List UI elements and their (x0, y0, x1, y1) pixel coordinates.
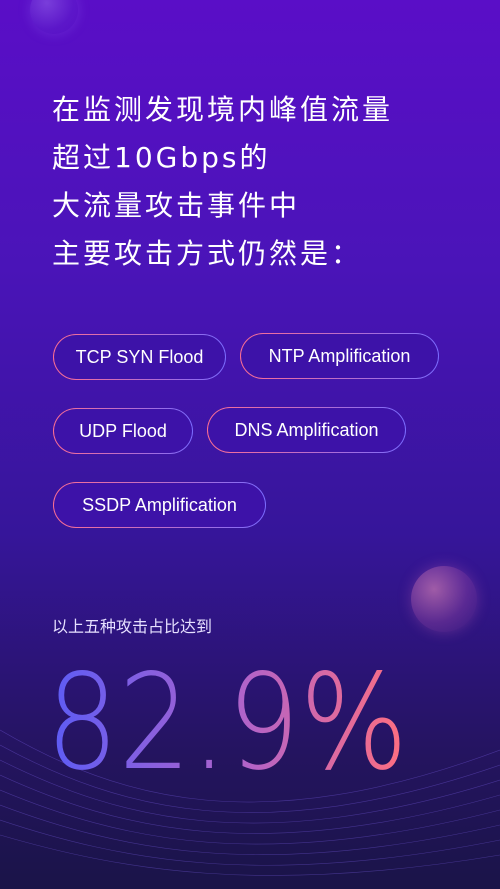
headline-line-4: 主要攻击方式仍然是： (52, 237, 363, 270)
tag-udp-flood[interactable]: UDP Flood (53, 408, 193, 454)
stat-caption: 以上五种攻击占比达到 (52, 617, 213, 636)
tag-tcp-syn-flood[interactable]: TCP SYN Flood (53, 334, 226, 380)
tag-dns-amplification[interactable]: DNS Amplification (207, 407, 406, 453)
tag-ssdp-amplification[interactable]: SSDP Amplification (53, 482, 266, 528)
stat-value-graphic: 82.9% (46, 646, 408, 788)
stat-value: 82.9% (46, 646, 408, 788)
decorative-sphere-right (411, 566, 477, 632)
decorative-sphere-top (30, 0, 78, 34)
headline-line-3: 大流量攻击事件中 (52, 189, 301, 222)
screen: 在监测发现境内峰值流量 超过10Gbps的 大流量攻击事件中 主要攻击方式仍然是… (0, 0, 500, 889)
headline-line-1: 在监测发现境内峰值流量 (52, 93, 394, 126)
headline: 在监测发现境内峰值流量 超过10Gbps的 大流量攻击事件中 主要攻击方式仍然是… (52, 86, 393, 278)
headline-line-2: 超过10Gbps的 (52, 141, 271, 174)
tag-ntp-amplification[interactable]: NTP Amplification (240, 333, 439, 379)
